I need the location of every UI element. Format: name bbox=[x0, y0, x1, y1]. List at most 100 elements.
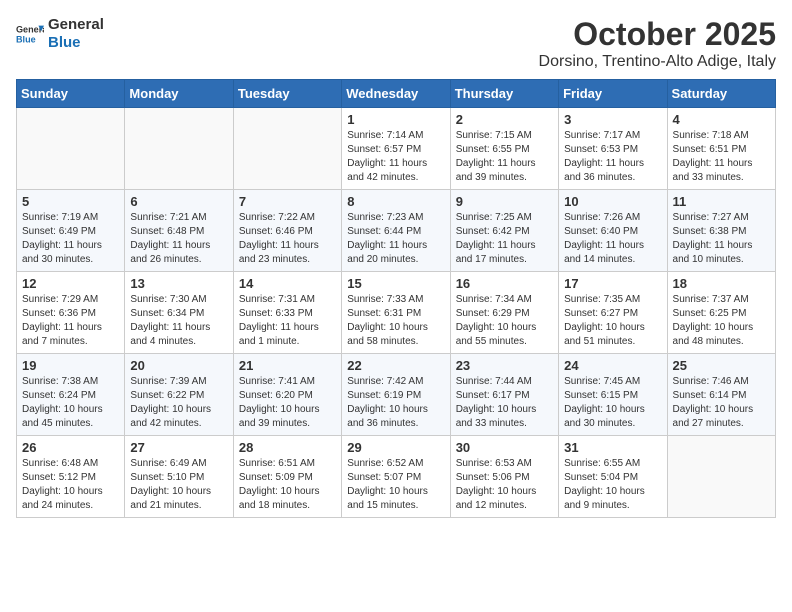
calendar-cell: 12Sunrise: 7:29 AM Sunset: 6:36 PM Dayli… bbox=[17, 272, 125, 354]
page-header: General Blue General Blue October 2025 D… bbox=[16, 16, 776, 71]
day-header-saturday: Saturday bbox=[667, 80, 775, 108]
day-info: Sunrise: 7:37 AM Sunset: 6:25 PM Dayligh… bbox=[673, 293, 770, 349]
day-number: 20 bbox=[130, 358, 227, 373]
calendar-cell: 13Sunrise: 7:30 AM Sunset: 6:34 PM Dayli… bbox=[125, 272, 233, 354]
day-number: 13 bbox=[130, 276, 227, 291]
day-info: Sunrise: 7:34 AM Sunset: 6:29 PM Dayligh… bbox=[456, 293, 553, 349]
day-number: 18 bbox=[673, 276, 770, 291]
day-number: 10 bbox=[564, 194, 661, 209]
day-info: Sunrise: 7:18 AM Sunset: 6:51 PM Dayligh… bbox=[673, 129, 770, 185]
calendar-cell: 23 Sunrise: 7:44 AM Sunset: 6:17 PM Dayli… bbox=[450, 354, 558, 436]
day-number: 12 bbox=[22, 276, 119, 291]
day-number: 3 bbox=[564, 112, 661, 127]
day-number: 22 bbox=[347, 358, 444, 373]
calendar-cell: 8Sunrise: 7:23 AM Sunset: 6:44 PM Daylig… bbox=[342, 190, 450, 272]
calendar-week-4: 19Sunrise: 7:38 AM Sunset: 6:24 PM Dayli… bbox=[17, 354, 776, 436]
day-number: 30 bbox=[456, 440, 553, 455]
calendar-cell: 20 Sunrise: 7:39 AM Sunset: 6:22 PM Dayli… bbox=[125, 354, 233, 436]
day-info: Sunrise: 7:44 AM Sunset: 6:17 PM Dayligh… bbox=[456, 375, 553, 431]
day-number: 8 bbox=[347, 194, 444, 209]
calendar-cell: 5Sunrise: 7:19 AM Sunset: 6:49 PM Daylig… bbox=[17, 190, 125, 272]
day-info: Sunrise: 6:53 AM Sunset: 5:06 PM Dayligh… bbox=[456, 457, 553, 513]
day-header-tuesday: Tuesday bbox=[233, 80, 341, 108]
day-number: 11 bbox=[673, 194, 770, 209]
day-info: Sunrise: 6:52 AM Sunset: 5:07 PM Dayligh… bbox=[347, 457, 444, 513]
calendar-cell: 2 Sunrise: 7:15 AM Sunset: 6:55 PM Daylig… bbox=[450, 108, 558, 190]
calendar-cell bbox=[17, 108, 125, 190]
day-info: Sunrise: 7:45 AM Sunset: 6:15 PM Dayligh… bbox=[564, 375, 661, 431]
calendar-cell: 17 Sunrise: 7:35 AM Sunset: 6:27 PM Dayli… bbox=[559, 272, 667, 354]
day-number: 7 bbox=[239, 194, 336, 209]
calendar-cell: 4Sunrise: 7:18 AM Sunset: 6:51 PM Daylig… bbox=[667, 108, 775, 190]
logo: General Blue General Blue bbox=[16, 16, 104, 52]
calendar-cell: 19Sunrise: 7:38 AM Sunset: 6:24 PM Dayli… bbox=[17, 354, 125, 436]
day-header-wednesday: Wednesday bbox=[342, 80, 450, 108]
day-info: Sunrise: 7:27 AM Sunset: 6:38 PM Dayligh… bbox=[673, 211, 770, 267]
day-number: 16 bbox=[456, 276, 553, 291]
calendar-cell: 21 Sunrise: 7:41 AM Sunset: 6:20 PM Dayli… bbox=[233, 354, 341, 436]
calendar-cell: 24 Sunrise: 7:45 AM Sunset: 6:15 PM Dayli… bbox=[559, 354, 667, 436]
day-number: 27 bbox=[130, 440, 227, 455]
day-info: Sunrise: 7:35 AM Sunset: 6:27 PM Dayligh… bbox=[564, 293, 661, 349]
day-header-monday: Monday bbox=[125, 80, 233, 108]
day-header-thursday: Thursday bbox=[450, 80, 558, 108]
calendar-cell bbox=[233, 108, 341, 190]
month-title: October 2025 bbox=[539, 16, 776, 53]
day-info: Sunrise: 7:31 AM Sunset: 6:33 PM Dayligh… bbox=[239, 293, 336, 349]
day-number: 24 bbox=[564, 358, 661, 373]
calendar-cell: 29Sunrise: 6:52 AM Sunset: 5:07 PM Dayli… bbox=[342, 436, 450, 518]
day-number: 31 bbox=[564, 440, 661, 455]
day-info: Sunrise: 7:15 AM Sunset: 6:55 PM Dayligh… bbox=[456, 129, 553, 185]
calendar-cell: 31Sunrise: 6:55 AM Sunset: 5:04 PM Dayli… bbox=[559, 436, 667, 518]
day-info: Sunrise: 7:41 AM Sunset: 6:20 PM Dayligh… bbox=[239, 375, 336, 431]
day-number: 14 bbox=[239, 276, 336, 291]
calendar-cell: 22 Sunrise: 7:42 AM Sunset: 6:19 PM Dayli… bbox=[342, 354, 450, 436]
day-header-friday: Friday bbox=[559, 80, 667, 108]
calendar-cell: 26 Sunrise: 6:48 AM Sunset: 5:12 PM Dayli… bbox=[17, 436, 125, 518]
calendar-cell: 3 Sunrise: 7:17 AM Sunset: 6:53 PM Daylig… bbox=[559, 108, 667, 190]
calendar-cell: 30 Sunrise: 6:53 AM Sunset: 5:06 PM Dayli… bbox=[450, 436, 558, 518]
day-info: Sunrise: 7:17 AM Sunset: 6:53 PM Dayligh… bbox=[564, 129, 661, 185]
day-info: Sunrise: 7:39 AM Sunset: 6:22 PM Dayligh… bbox=[130, 375, 227, 431]
day-info: Sunrise: 7:19 AM Sunset: 6:49 PM Dayligh… bbox=[22, 211, 119, 267]
calendar-cell bbox=[667, 436, 775, 518]
day-number: 19 bbox=[22, 358, 119, 373]
svg-text:Blue: Blue bbox=[16, 34, 36, 44]
day-info: Sunrise: 7:46 AM Sunset: 6:14 PM Dayligh… bbox=[673, 375, 770, 431]
calendar-cell: 28Sunrise: 6:51 AM Sunset: 5:09 PM Dayli… bbox=[233, 436, 341, 518]
day-number: 17 bbox=[564, 276, 661, 291]
day-number: 25 bbox=[673, 358, 770, 373]
day-number: 23 bbox=[456, 358, 553, 373]
day-info: Sunrise: 6:49 AM Sunset: 5:10 PM Dayligh… bbox=[130, 457, 227, 513]
calendar-week-2: 5Sunrise: 7:19 AM Sunset: 6:49 PM Daylig… bbox=[17, 190, 776, 272]
calendar-cell: 11 Sunrise: 7:27 AM Sunset: 6:38 PM Dayli… bbox=[667, 190, 775, 272]
logo-blue-text: Blue bbox=[48, 34, 104, 52]
day-info: Sunrise: 7:26 AM Sunset: 6:40 PM Dayligh… bbox=[564, 211, 661, 267]
calendar-cell: 7 Sunrise: 7:22 AM Sunset: 6:46 PM Daylig… bbox=[233, 190, 341, 272]
day-number: 26 bbox=[22, 440, 119, 455]
day-info: Sunrise: 7:22 AM Sunset: 6:46 PM Dayligh… bbox=[239, 211, 336, 267]
calendar-cell: 10 Sunrise: 7:26 AM Sunset: 6:40 PM Dayli… bbox=[559, 190, 667, 272]
day-info: Sunrise: 7:42 AM Sunset: 6:19 PM Dayligh… bbox=[347, 375, 444, 431]
calendar-cell: 1Sunrise: 7:14 AM Sunset: 6:57 PM Daylig… bbox=[342, 108, 450, 190]
calendar-week-5: 26 Sunrise: 6:48 AM Sunset: 5:12 PM Dayli… bbox=[17, 436, 776, 518]
logo-icon: General Blue bbox=[16, 20, 44, 48]
calendar-cell: 14 Sunrise: 7:31 AM Sunset: 6:33 PM Dayli… bbox=[233, 272, 341, 354]
calendar-week-1: 1Sunrise: 7:14 AM Sunset: 6:57 PM Daylig… bbox=[17, 108, 776, 190]
day-info: Sunrise: 7:25 AM Sunset: 6:42 PM Dayligh… bbox=[456, 211, 553, 267]
logo-general-text: General bbox=[48, 16, 104, 34]
day-number: 2 bbox=[456, 112, 553, 127]
calendar-cell: 27 Sunrise: 6:49 AM Sunset: 5:10 PM Dayli… bbox=[125, 436, 233, 518]
title-block: October 2025 Dorsino, Trentino-Alto Adig… bbox=[539, 16, 776, 71]
calendar-cell: 25 Sunrise: 7:46 AM Sunset: 6:14 PM Dayli… bbox=[667, 354, 775, 436]
calendar-cell: 16 Sunrise: 7:34 AM Sunset: 6:29 PM Dayli… bbox=[450, 272, 558, 354]
calendar-header-row: SundayMondayTuesdayWednesdayThursdayFrid… bbox=[17, 80, 776, 108]
calendar-week-3: 12Sunrise: 7:29 AM Sunset: 6:36 PM Dayli… bbox=[17, 272, 776, 354]
day-info: Sunrise: 6:48 AM Sunset: 5:12 PM Dayligh… bbox=[22, 457, 119, 513]
day-number: 28 bbox=[239, 440, 336, 455]
calendar-cell: 6Sunrise: 7:21 AM Sunset: 6:48 PM Daylig… bbox=[125, 190, 233, 272]
calendar-cell: 9Sunrise: 7:25 AM Sunset: 6:42 PM Daylig… bbox=[450, 190, 558, 272]
day-number: 21 bbox=[239, 358, 336, 373]
location-title: Dorsino, Trentino-Alto Adige, Italy bbox=[539, 53, 776, 71]
day-info: Sunrise: 7:14 AM Sunset: 6:57 PM Dayligh… bbox=[347, 129, 444, 185]
